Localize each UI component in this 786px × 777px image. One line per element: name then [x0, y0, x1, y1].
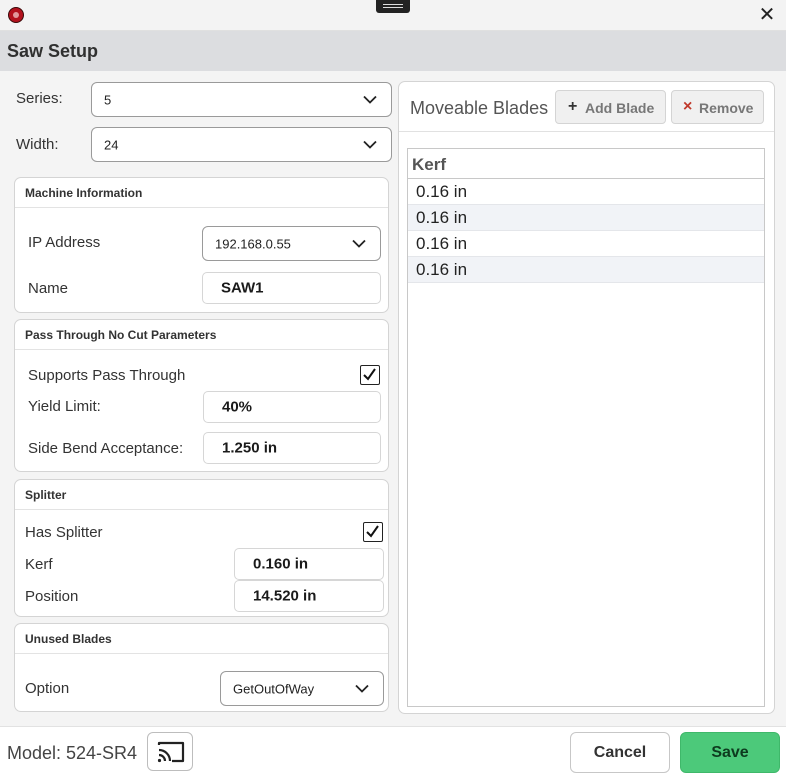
splitter-title: Splitter [25, 488, 67, 502]
pass-through-group: Pass Through No Cut Parameters Supports … [14, 319, 389, 472]
chevron-down-icon [363, 140, 377, 149]
ip-address-label: IP Address [28, 234, 101, 251]
model-label: Model: 524-SR4 [7, 743, 138, 763]
unused-blades-group: Unused Blades Option GetOutOfWay [14, 623, 389, 712]
series-select[interactable]: 5 [91, 82, 392, 117]
drag-handle-icon[interactable] [376, 0, 410, 13]
side-bend-label: Side Bend Acceptance: [28, 440, 184, 457]
add-blade-label: Add Blade [585, 100, 655, 116]
splitter-kerf-label: Kerf [25, 556, 53, 573]
machine-information-title: Machine Information [25, 186, 143, 200]
kerf-cell: 0.16 in [416, 208, 468, 227]
unused-blades-title: Unused Blades [25, 632, 112, 646]
divider [399, 131, 774, 132]
save-button[interactable]: Save [680, 732, 780, 773]
width-select[interactable]: 24 [91, 127, 392, 162]
splitter-kerf-value: 0.160 in [253, 555, 309, 573]
pass-through-title: Pass Through No Cut Parameters [25, 328, 217, 342]
splitter-position-label: Position [25, 588, 79, 605]
kerf-cell: 0.16 in [416, 234, 468, 253]
kerf-cell: 0.16 in [416, 260, 468, 279]
supports-pass-through-label: Supports Pass Through [28, 367, 186, 384]
close-window-button[interactable]: ✕ [756, 4, 778, 26]
unused-blades-option-value: GetOutOfWay [233, 681, 315, 696]
chevron-down-icon [352, 239, 366, 248]
app-logo-icon [8, 7, 24, 23]
machine-name-field[interactable]: SAW1 [202, 272, 381, 304]
group-header: Unused Blades [15, 624, 388, 654]
plus-icon: + [568, 98, 578, 115]
option-label: Option [25, 680, 70, 697]
unused-blades-option-select[interactable]: GetOutOfWay [220, 671, 384, 706]
blades-table: Kerf 0.16 in 0.16 in 0.16 in 0.16 in [407, 148, 765, 707]
table-row[interactable]: 0.16 in [408, 231, 764, 257]
splitter-kerf-field[interactable]: 0.160 in [234, 548, 384, 580]
moveable-blades-panel: Moveable Blades + Add Blade × Remove Ker… [398, 81, 775, 714]
page-header: Saw Setup [0, 31, 786, 71]
group-header: Pass Through No Cut Parameters [15, 320, 388, 350]
splitter-group: Splitter Has Splitter Kerf 0.160 in Posi… [14, 479, 389, 617]
has-splitter-label: Has Splitter [25, 524, 103, 541]
supports-pass-through-checkbox[interactable] [360, 365, 380, 385]
close-icon: × [683, 98, 693, 115]
cancel-button[interactable]: Cancel [570, 732, 670, 773]
has-splitter-checkbox[interactable] [363, 522, 383, 542]
splitter-position-field[interactable]: 14.520 in [234, 580, 384, 612]
table-row[interactable]: 0.16 in [408, 257, 764, 283]
page-title: Saw Setup [7, 41, 99, 61]
cast-icon [157, 741, 185, 763]
ip-address-value: 192.168.0.55 [215, 236, 291, 251]
machine-name-value: SAW1 [221, 279, 264, 297]
series-label: Series: [16, 90, 63, 107]
kerf-column-header: Kerf [412, 155, 447, 174]
width-value: 24 [104, 137, 119, 152]
table-header[interactable]: Kerf [408, 149, 764, 179]
cast-button[interactable] [147, 732, 193, 771]
table-row[interactable]: 0.16 in [408, 205, 764, 231]
kerf-cell: 0.16 in [416, 182, 468, 201]
side-bend-field[interactable]: 1.250 in [203, 432, 381, 464]
window-titlebar: ✕ [0, 0, 786, 31]
side-bend-value: 1.250 in [222, 439, 278, 457]
machine-information-group: Machine Information IP Address 192.168.0… [14, 177, 389, 313]
width-label: Width: [16, 136, 59, 153]
chevron-down-icon [355, 684, 369, 693]
yield-limit-field[interactable]: 40% [203, 391, 381, 423]
group-header: Splitter [15, 480, 388, 510]
dialog-footer: Model: 524-SR4 Cancel Save [0, 726, 786, 777]
add-blade-button[interactable]: + Add Blade [555, 90, 666, 124]
splitter-position-value: 14.520 in [253, 587, 317, 605]
remove-button[interactable]: × Remove [671, 90, 764, 124]
checkmark-icon [363, 368, 376, 381]
series-value: 5 [104, 92, 112, 107]
group-header: Machine Information [15, 178, 388, 208]
checkmark-icon [366, 525, 379, 538]
table-row[interactable]: 0.16 in [408, 179, 764, 205]
name-label: Name [28, 280, 69, 297]
yield-limit-value: 40% [222, 398, 253, 416]
remove-label: Remove [699, 100, 754, 116]
chevron-down-icon [363, 95, 377, 104]
moveable-blades-title: Moveable Blades [410, 98, 549, 118]
yield-limit-label: Yield Limit: [28, 398, 101, 415]
ip-address-select[interactable]: 192.168.0.55 [202, 226, 381, 261]
